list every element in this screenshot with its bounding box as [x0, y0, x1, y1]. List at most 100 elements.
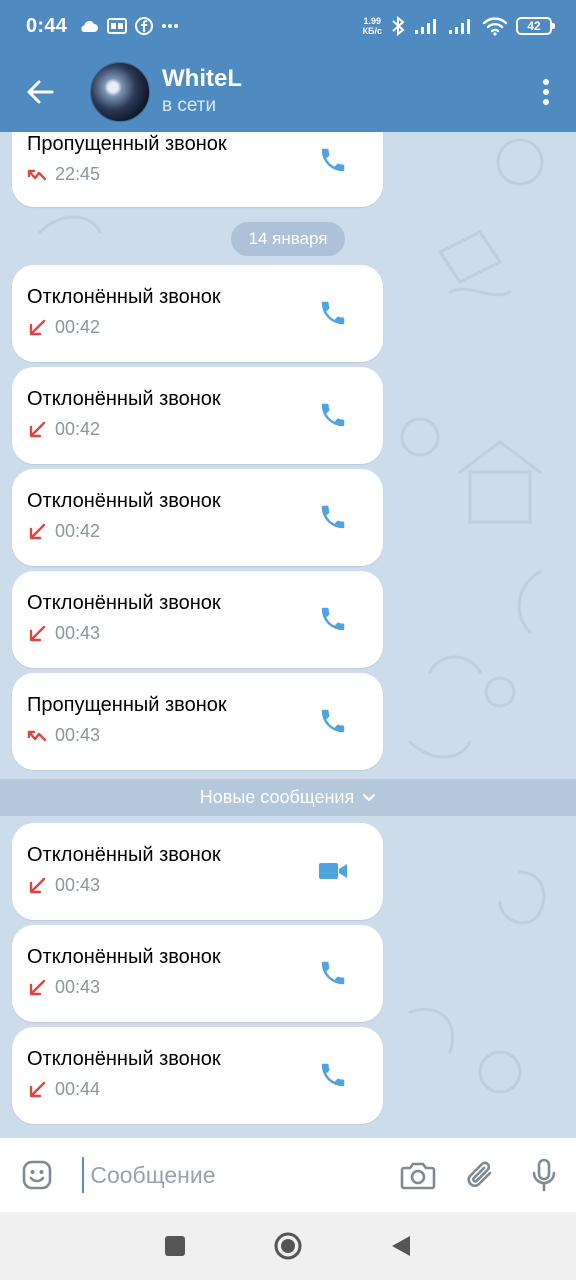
more-menu-button[interactable] — [516, 52, 576, 132]
call-back-button[interactable] — [315, 295, 351, 331]
status-bar: 0:44 1.99 КБ/с 42 — [0, 0, 576, 52]
speed-unit: КБ/с — [362, 26, 382, 36]
declined-call-arrow-icon — [29, 625, 46, 641]
call-time: 00:43 — [55, 875, 101, 895]
phone-icon — [321, 607, 345, 631]
status-time: 0:44 — [26, 14, 68, 37]
status-icons-right: 1.99 КБ/с 42 — [363, 16, 555, 36]
call-time: 00:43 — [55, 623, 101, 643]
video-camera-icon — [319, 863, 347, 879]
voice-record-button[interactable] — [513, 1138, 576, 1212]
chat-area[interactable]: Пропущенный звонок 22:45 14 января Откло… — [0, 132, 576, 1138]
call-back-button[interactable] — [315, 955, 351, 991]
call-back-button[interactable] — [315, 397, 351, 433]
camera-icon — [400, 1162, 436, 1190]
call-meta: 00:43 — [27, 623, 100, 644]
call-title: Отклонённый звонок — [27, 592, 221, 614]
call-back-button[interactable] — [315, 142, 351, 178]
chevron-down-icon — [363, 793, 376, 801]
call-meta: 00:42 — [27, 521, 100, 542]
home-button[interactable] — [273, 1231, 303, 1261]
call-time: 00:43 — [55, 977, 101, 997]
call-message[interactable]: Отклонённый звонок 00:42 — [12, 469, 383, 566]
chat-title-block[interactable]: WhiteL в сети — [162, 65, 242, 119]
call-time: 00:42 — [55, 317, 101, 337]
more-dots-icon — [162, 24, 179, 28]
missed-call-arrow-icon — [27, 169, 47, 180]
video-call-back-button[interactable] — [315, 853, 351, 889]
call-meta: 22:45 — [27, 164, 100, 185]
phone-icon — [321, 148, 345, 172]
system-nav-bar — [0, 1212, 576, 1280]
battery-icon: 42 — [516, 17, 555, 35]
message-input[interactable] — [82, 1157, 387, 1193]
new-messages-divider: Новые сообщения — [0, 779, 576, 816]
call-title: Отклонённый звонок — [27, 490, 221, 512]
call-time: 00:44 — [55, 1079, 101, 1099]
phone-icon — [321, 961, 345, 985]
message-input-bar — [0, 1138, 576, 1212]
signal-icon — [415, 19, 436, 34]
declined-call-arrow-icon — [29, 1081, 46, 1097]
avatar[interactable] — [90, 62, 150, 122]
battery-level: 42 — [527, 19, 541, 33]
declined-call-arrow-icon — [29, 523, 46, 539]
call-meta: 00:44 — [27, 1079, 100, 1100]
phone-icon — [321, 505, 345, 529]
chat-header: WhiteL в сети — [0, 52, 576, 132]
call-back-button[interactable] — [315, 703, 351, 739]
call-message[interactable]: Отклонённый звонок 00:43 — [12, 823, 383, 920]
call-time: 00:42 — [55, 419, 101, 439]
call-message[interactable]: Отклонённый звонок 00:42 — [12, 265, 383, 362]
arrow-left-icon — [27, 80, 54, 104]
call-title: Отклонённый звонок — [27, 844, 221, 866]
network-speed: 1.99 КБ/с — [363, 16, 382, 36]
signal-icon — [449, 19, 470, 34]
sticker-smile-icon — [22, 1160, 52, 1190]
phone-icon — [321, 301, 345, 325]
call-message[interactable]: Пропущенный звонок 00:43 — [12, 673, 383, 770]
chat-title: WhiteL — [162, 65, 242, 92]
call-title: Отклонённый звонок — [27, 388, 221, 410]
call-back-button[interactable] — [315, 499, 351, 535]
call-meta: 00:43 — [27, 875, 100, 896]
call-time: 00:42 — [55, 521, 101, 541]
call-title: Отклонённый звонок — [27, 946, 221, 968]
call-message[interactable]: Отклонённый звонок 00:43 — [12, 925, 383, 1022]
declined-call-arrow-icon — [29, 421, 46, 437]
recent-apps-button[interactable] — [164, 1235, 186, 1257]
call-message[interactable]: Отклонённый звонок 00:43 — [12, 571, 383, 668]
call-meta: 00:42 — [27, 317, 100, 338]
declined-call-arrow-icon — [29, 319, 46, 335]
call-meta: 00:42 — [27, 419, 100, 440]
cloud-icon — [81, 20, 99, 32]
call-title: Пропущенный звонок — [27, 694, 227, 716]
sim-icon — [107, 18, 128, 34]
back-nav-button[interactable] — [390, 1234, 412, 1258]
call-message[interactable]: Пропущенный звонок 22:45 — [12, 132, 383, 207]
call-message[interactable]: Отклонённый звонок 00:44 — [12, 1027, 383, 1124]
declined-call-arrow-icon — [29, 979, 46, 995]
back-button[interactable] — [0, 52, 80, 132]
wifi-icon — [482, 17, 508, 36]
date-separator: 14 января — [231, 222, 345, 256]
missed-call-arrow-icon — [27, 730, 47, 741]
phone-icon — [321, 403, 345, 427]
call-back-button[interactable] — [315, 1057, 351, 1093]
camera-button[interactable] — [386, 1138, 449, 1212]
call-back-button[interactable] — [315, 601, 351, 637]
new-messages-label: Новые сообщения — [199, 787, 355, 807]
call-title: Отклонённый звонок — [27, 1048, 221, 1070]
vertical-dots-icon — [543, 79, 549, 105]
emoji-button[interactable] — [0, 1138, 74, 1212]
call-meta: 00:43 — [27, 977, 100, 998]
call-time: 00:43 — [55, 725, 101, 745]
bluetooth-icon — [392, 16, 405, 36]
call-title: Отклонённый звонок — [27, 286, 221, 308]
call-title: Пропущенный звонок — [27, 133, 227, 155]
attach-button[interactable] — [450, 1138, 513, 1212]
call-time: 22:45 — [55, 164, 101, 184]
phone-icon — [321, 709, 345, 733]
call-message[interactable]: Отклонённый звонок 00:42 — [12, 367, 383, 464]
facebook-icon — [135, 17, 154, 35]
